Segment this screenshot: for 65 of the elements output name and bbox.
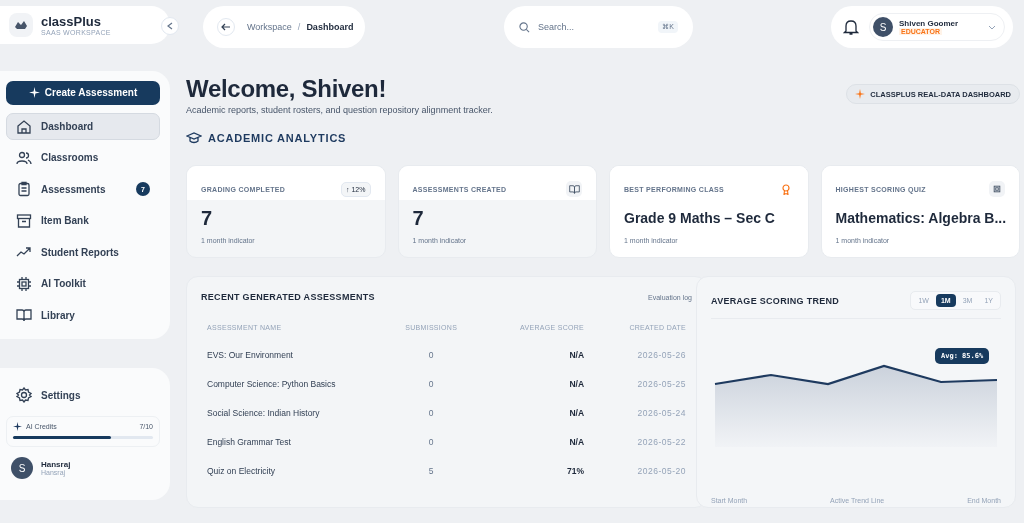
account-name: Hansraj bbox=[41, 460, 71, 469]
card-title: RECENT GENERATED ASSESSMENTS bbox=[201, 292, 375, 302]
nav-item[interactable]: Student Reports bbox=[6, 238, 160, 267]
section-title: ACADEMIC ANALYTICS bbox=[208, 132, 347, 144]
collapse-button[interactable] bbox=[161, 17, 179, 35]
back-button[interactable] bbox=[217, 18, 235, 36]
card-title: AVERAGE SCORING TREND bbox=[711, 295, 840, 306]
breadcrumb-link[interactable]: Workspace bbox=[247, 22, 292, 32]
chip-icon bbox=[989, 181, 1005, 197]
table-cell-text: 2026-05-25 bbox=[636, 379, 686, 391]
nav-item[interactable]: Dashboard bbox=[6, 112, 160, 141]
nav-item[interactable]: AI Toolkit bbox=[6, 270, 160, 298]
graduation-cap-icon bbox=[186, 132, 202, 144]
nav-item[interactable]: Library bbox=[6, 301, 160, 329]
chip-icon bbox=[16, 275, 32, 292]
search-icon bbox=[519, 21, 530, 33]
nav-item[interactable]: Classrooms bbox=[6, 144, 160, 172]
table-cell-text: 2026-05-26 bbox=[636, 350, 686, 362]
sparkle-icon bbox=[28, 87, 40, 99]
back-arrow-icon bbox=[221, 23, 231, 31]
page-title: Welcome, Shiven! bbox=[186, 75, 388, 103]
settings-icon bbox=[16, 387, 32, 403]
book-icon bbox=[16, 307, 32, 324]
table-cell-text: 2026-05-20 bbox=[636, 466, 686, 478]
stat-value: 7 bbox=[201, 208, 214, 228]
breadcrumb-separator: / bbox=[297, 22, 301, 32]
table-cell-text: 2026-05-24 bbox=[636, 408, 686, 420]
stat-value: 7 bbox=[412, 208, 425, 228]
settings-item[interactable]: Settings bbox=[6, 380, 160, 410]
table-cell-text: 71% bbox=[566, 466, 585, 478]
stat-value: Grade 9 Maths – Sec C bbox=[624, 209, 776, 228]
table-cell-text: 0 bbox=[427, 408, 435, 420]
table-cell-text: 0 bbox=[427, 379, 435, 391]
page-subtitle: Academic reports, student rosters, and question repository alignment tracker. bbox=[186, 105, 493, 115]
table-cell-text: 5 bbox=[427, 466, 435, 478]
table-cell-text: N/A bbox=[568, 437, 585, 449]
table-cell-text: N/A bbox=[568, 408, 585, 420]
table-cell-text: 2026-05-22 bbox=[636, 437, 686, 449]
chevron-down-icon bbox=[988, 24, 996, 30]
table-cell-text: EVS: Our Environment bbox=[207, 350, 294, 362]
table-cell-text: N/A bbox=[568, 350, 585, 362]
table-cell-text: N/A bbox=[568, 379, 585, 391]
table-cell-text: Social Science: Indian History bbox=[207, 408, 321, 420]
table-cell-text: Computer Science: Python Basics bbox=[207, 379, 337, 391]
avatar: S bbox=[11, 457, 33, 479]
archive-icon bbox=[16, 212, 32, 229]
sparkle-icon bbox=[855, 89, 866, 99]
notification-bell-icon[interactable] bbox=[843, 18, 859, 36]
users-icon bbox=[16, 150, 32, 166]
nav-item[interactable]: Item Bank bbox=[6, 207, 160, 235]
chevron-left-icon bbox=[167, 22, 173, 30]
table-cell-text: 0 bbox=[427, 437, 435, 449]
stat-value: Mathematics: Algebra B... bbox=[835, 209, 1005, 228]
book-icon bbox=[566, 181, 582, 197]
table-cell-text: English Grammar Test bbox=[207, 437, 292, 449]
search-field[interactable]: Search... bbox=[536, 21, 653, 33]
create-assessment-button[interactable]: Create Assessment bbox=[6, 81, 160, 105]
table-cell-text: 0 bbox=[427, 350, 435, 362]
logo-icon bbox=[9, 13, 33, 37]
sparkle-icon bbox=[13, 422, 22, 431]
home-icon bbox=[16, 118, 32, 135]
brand-name: classPlus bbox=[41, 14, 102, 29]
table-cell-text: Quiz on Electricity bbox=[207, 466, 277, 478]
clipboard-icon bbox=[16, 181, 32, 198]
breadcrumb-current: Dashboard bbox=[306, 22, 354, 32]
